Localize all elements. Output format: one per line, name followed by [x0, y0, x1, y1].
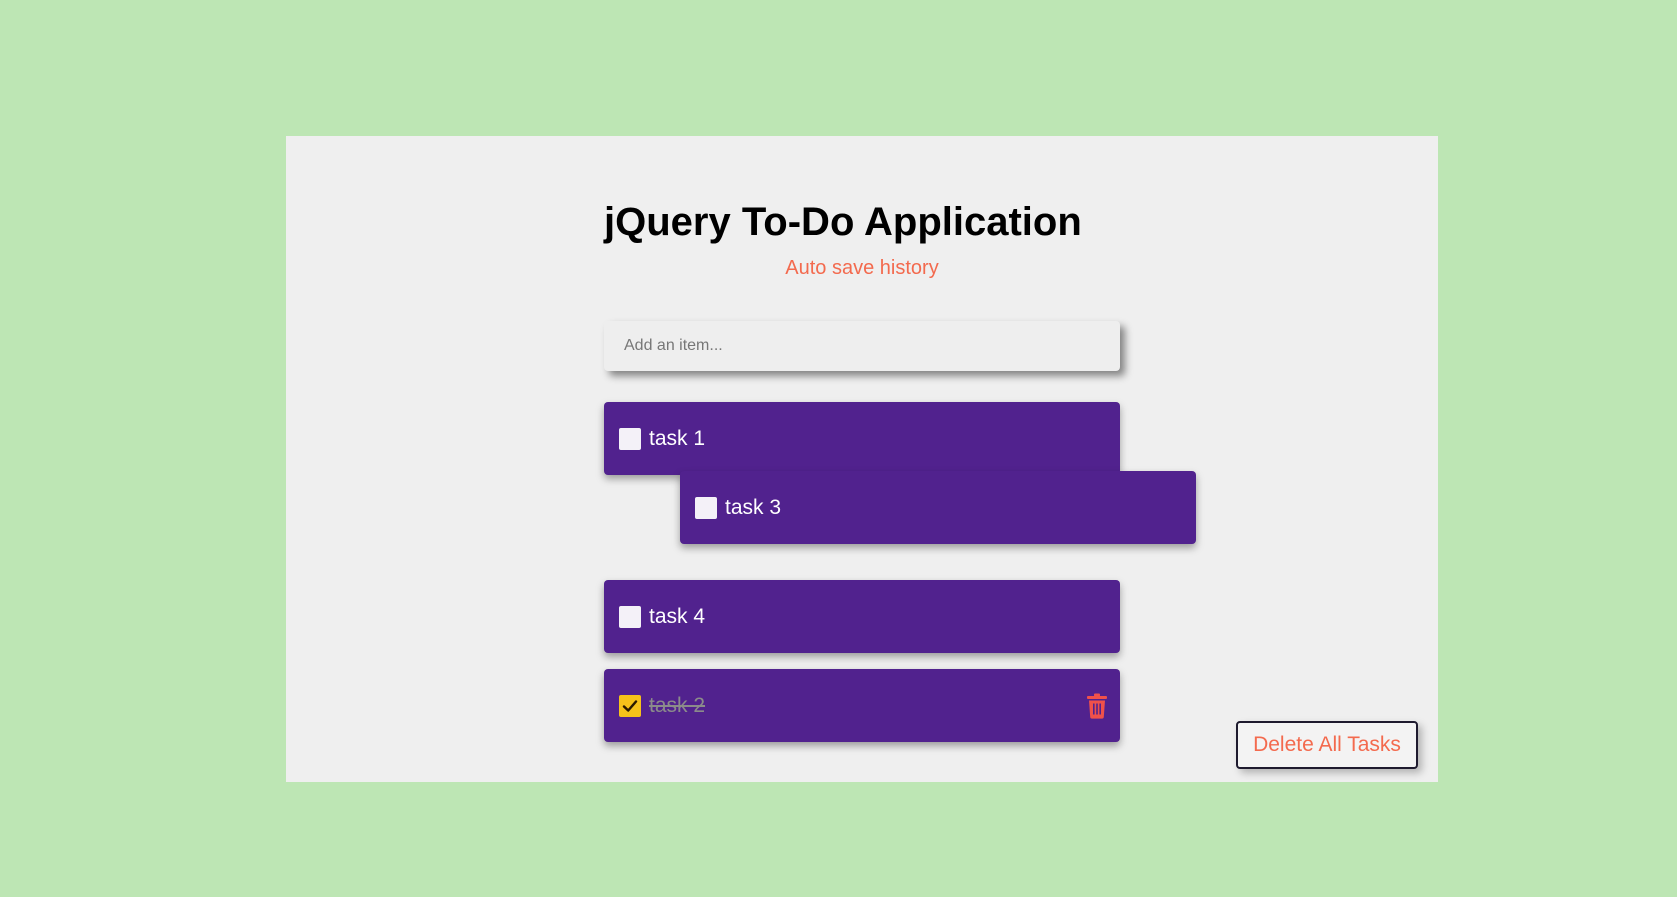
- task-checkbox-checked[interactable]: [619, 695, 641, 717]
- task-checkbox[interactable]: [619, 606, 641, 628]
- task-checkbox[interactable]: [619, 428, 641, 450]
- task-item-3[interactable]: task 4: [604, 580, 1120, 653]
- page-subtitle: Auto save history: [785, 257, 939, 279]
- check-icon: [622, 700, 638, 712]
- task-item-dragging[interactable]: task 3: [680, 471, 1196, 544]
- task-checkbox[interactable]: [695, 497, 717, 519]
- page-title: jQuery To-Do Application: [604, 200, 1082, 244]
- trash-icon[interactable]: [1086, 693, 1108, 719]
- task-item-4[interactable]: task 2: [604, 669, 1120, 742]
- task-label: task 2: [649, 694, 706, 717]
- delete-all-tasks-button[interactable]: Delete All Tasks: [1236, 721, 1418, 769]
- add-item-input[interactable]: [604, 321, 1120, 371]
- task-label: task 1: [649, 427, 706, 450]
- task-item-1[interactable]: task 1: [604, 402, 1120, 475]
- task-label: task 4: [649, 605, 706, 628]
- task-label: task 3: [725, 496, 782, 519]
